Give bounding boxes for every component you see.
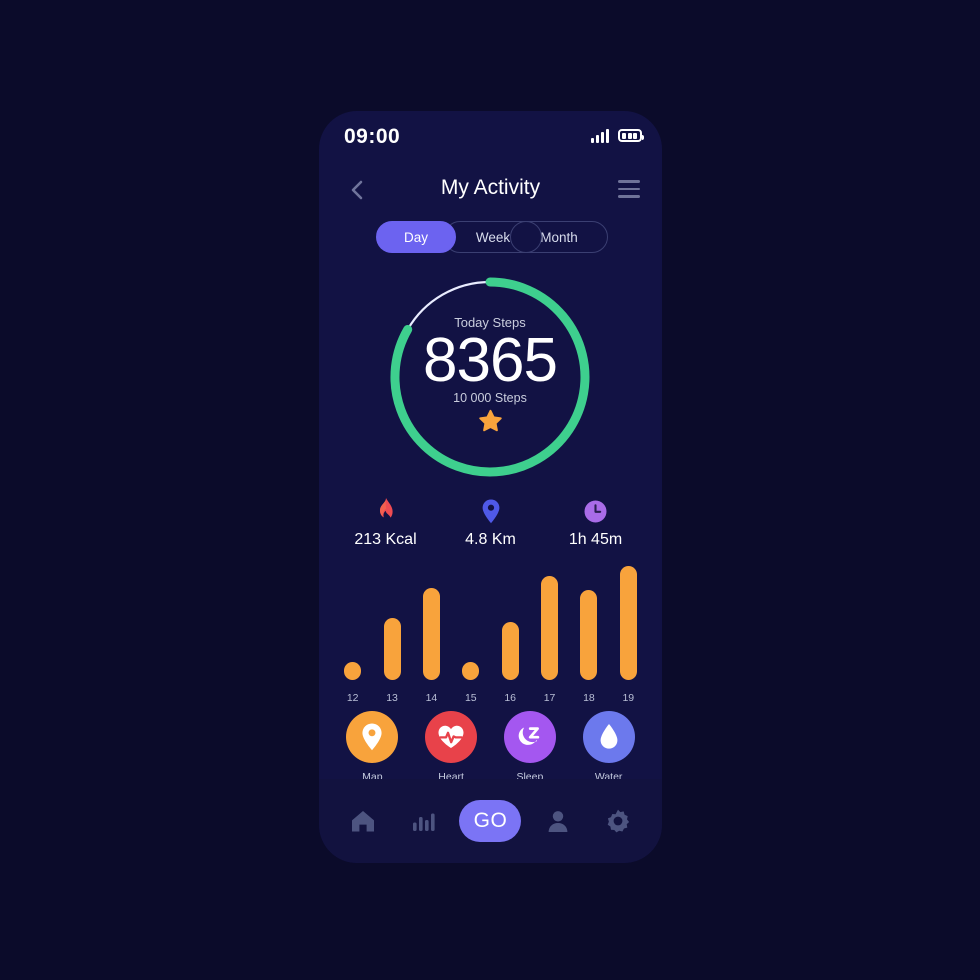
map-pin-icon xyxy=(362,723,382,751)
chart-bar xyxy=(580,590,598,680)
phone-frame: 09:00 My Activity Month Week Day Today S… xyxy=(319,111,662,863)
steps-goal: 10 000 Steps xyxy=(453,391,527,406)
battery-icon xyxy=(618,129,644,142)
page-background: 09:00 My Activity Month Week Day Today S… xyxy=(0,0,980,980)
signal-bars-icon xyxy=(591,128,609,143)
water-drop-icon xyxy=(600,724,618,749)
chart-bar xyxy=(383,618,401,680)
stat-calories: 213 Kcal xyxy=(333,496,438,549)
heart-icon-circle xyxy=(425,711,478,763)
bar-chart-icon xyxy=(412,813,435,831)
chart-bar xyxy=(501,622,519,680)
activity-stats-row: 213 Kcal 4.8 Km 1h 45m xyxy=(333,496,648,549)
water-icon-circle xyxy=(582,711,635,763)
clock-icon xyxy=(543,496,648,526)
chart-tick-labels: 12 13 14 15 16 17 18 19 xyxy=(333,692,648,704)
status-clock: 09:00 xyxy=(344,125,401,148)
steps-value: 8365 xyxy=(423,325,558,395)
stat-calories-value: 213 Kcal xyxy=(354,531,417,548)
hamburger-menu-icon[interactable] xyxy=(618,180,640,198)
bar-column[interactable] xyxy=(491,561,530,680)
bar-column[interactable] xyxy=(569,561,608,680)
bar-column[interactable] xyxy=(412,561,451,680)
chart-bars xyxy=(333,561,648,680)
chart-bar xyxy=(462,662,480,680)
quick-action-heart[interactable]: Heart xyxy=(412,711,491,783)
person-icon xyxy=(548,811,568,832)
quick-action-water[interactable]: Water xyxy=(569,711,648,783)
heart-pulse-icon xyxy=(438,725,464,748)
gear-icon xyxy=(607,809,630,833)
bar-column[interactable] xyxy=(530,561,569,680)
stat-duration: 1h 45m xyxy=(543,496,648,549)
quick-action-map[interactable]: Map xyxy=(333,711,412,783)
chart-tick-label: 17 xyxy=(543,692,556,704)
tab-week[interactable]: Week xyxy=(444,221,542,253)
app-header: My Activity xyxy=(319,167,662,215)
go-button[interactable]: GO xyxy=(459,800,522,842)
stat-distance-value: 4.8 Km xyxy=(465,531,516,548)
chart-tick-label: 18 xyxy=(583,692,595,704)
moon-sleep-icon xyxy=(518,727,540,745)
star-icon xyxy=(478,409,502,432)
quick-actions-row: Map Heart Sleep Water xyxy=(333,711,648,783)
chart-bar xyxy=(422,588,440,680)
star-badge xyxy=(477,408,504,439)
stat-duration-value: 1h 45m xyxy=(568,531,623,548)
nav-profile-button[interactable] xyxy=(535,798,581,844)
weekly-bar-chart: 12 13 14 15 16 17 18 19 xyxy=(333,561,648,706)
home-icon xyxy=(351,811,374,832)
steps-progress-ring[interactable]: Today Steps 8365 10 000 Steps xyxy=(379,266,601,488)
bottom-navigation-bar: GO xyxy=(319,779,662,863)
nav-home-button[interactable] xyxy=(340,798,386,844)
nav-stats-button[interactable] xyxy=(400,798,446,844)
bar-column[interactable] xyxy=(333,561,372,680)
ring-center-content: Today Steps 8365 10 000 Steps xyxy=(379,266,601,488)
nav-settings-button[interactable] xyxy=(595,798,641,844)
page-title: My Activity xyxy=(440,176,541,199)
stat-distance: 4.8 Km xyxy=(438,496,543,549)
status-icon-group xyxy=(591,128,644,143)
bar-column[interactable] xyxy=(372,561,411,680)
period-tab-group: Month Week Day xyxy=(376,221,608,253)
map-pin-icon xyxy=(438,496,543,526)
chart-bar xyxy=(541,576,559,680)
chart-tick-label: 19 xyxy=(622,692,635,704)
status-bar: 09:00 xyxy=(319,111,662,167)
bar-column[interactable] xyxy=(609,561,648,680)
chart-tick-label: 13 xyxy=(386,692,398,704)
chart-tick-label: 14 xyxy=(425,692,438,704)
tab-day[interactable]: Day xyxy=(376,221,456,253)
map-icon-circle xyxy=(346,711,399,763)
flame-icon xyxy=(333,496,438,526)
chart-bar xyxy=(619,566,637,680)
chart-tick-label: 16 xyxy=(504,692,517,704)
quick-action-sleep[interactable]: Sleep xyxy=(491,711,570,783)
chart-tick-label: 15 xyxy=(464,692,477,704)
chart-bar xyxy=(344,662,362,680)
sleep-icon-circle xyxy=(503,711,556,763)
bar-column[interactable] xyxy=(451,561,490,680)
chart-tick-label: 12 xyxy=(346,692,359,704)
